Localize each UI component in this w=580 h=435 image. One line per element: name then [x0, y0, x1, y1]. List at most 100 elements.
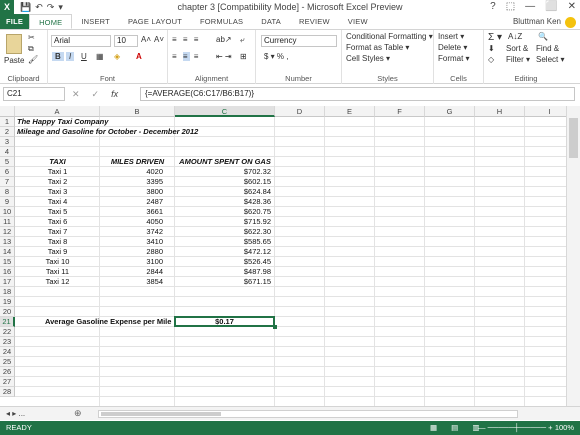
row-header-1[interactable]: 1	[0, 117, 15, 127]
autosum-button[interactable]: Σ ▾	[488, 32, 502, 43]
gas-amount-cell[interactable]: $526.45	[175, 257, 271, 267]
select-all-corner[interactable]	[0, 106, 15, 117]
copy-icon[interactable]: ⧉	[28, 44, 34, 54]
font-name-select[interactable]: Arial	[51, 35, 111, 47]
smiley-feedback-icon[interactable]	[565, 16, 576, 28]
indent-icons[interactable]: ⇤ ⇥	[216, 52, 232, 61]
merge-center-icon[interactable]: ⊞	[240, 52, 247, 61]
select-label[interactable]: Select ▾	[536, 55, 564, 64]
row-header-3[interactable]: 3	[0, 137, 15, 147]
tab-home[interactable]: HOME	[29, 14, 73, 29]
gas-amount-cell[interactable]: $624.84	[175, 187, 271, 197]
row-header-14[interactable]: 14	[0, 247, 15, 257]
gas-amount-cell[interactable]: $715.92	[175, 217, 271, 227]
column-header-g[interactable]: G	[425, 106, 475, 117]
miles-cell[interactable]: 2487	[100, 197, 163, 207]
paste-button[interactable]: Paste	[4, 56, 24, 65]
taxi-name-cell[interactable]: Taxi 6	[15, 217, 100, 227]
format-cells-button[interactable]: Format ▾	[438, 54, 470, 63]
row-header-21[interactable]: 21	[0, 317, 15, 327]
filter-label[interactable]: Filter ▾	[506, 55, 530, 64]
row-header-13[interactable]: 13	[0, 237, 15, 247]
sheet-nav-buttons[interactable]: ◂ ▸ ...	[6, 409, 25, 418]
row-header-26[interactable]: 26	[0, 367, 15, 377]
row-header-16[interactable]: 16	[0, 267, 15, 277]
sort-filter-icon[interactable]: A↓Z	[508, 32, 522, 41]
gas-amount-cell[interactable]: $622.30	[175, 227, 271, 237]
row-header-2[interactable]: 2	[0, 127, 15, 137]
clear-icon[interactable]: ◇	[488, 55, 494, 64]
miles-cell[interactable]: 4050	[100, 217, 163, 227]
new-sheet-icon[interactable]: ⊕	[74, 408, 82, 419]
cut-icon[interactable]: ✂	[28, 33, 35, 42]
gas-amount-cell[interactable]: $472.12	[175, 247, 271, 257]
row-header-6[interactable]: 6	[0, 167, 15, 177]
row-header-19[interactable]: 19	[0, 297, 15, 307]
gas-amount-cell[interactable]: $702.32	[175, 167, 271, 177]
number-format-buttons[interactable]: $ ▾ % ,	[264, 52, 288, 61]
horizontal-align-icons[interactable]: ≡ ≡ ≡	[172, 52, 200, 61]
gas-amount-cell[interactable]: $487.98	[175, 267, 271, 277]
taxi-name-cell[interactable]: Taxi 2	[15, 177, 100, 187]
tab-review[interactable]: REVIEW	[290, 14, 339, 29]
gas-amount-cell[interactable]: $671.15	[175, 277, 271, 287]
insert-function-icon[interactable]: fx	[111, 87, 118, 101]
font-color-icon[interactable]: A	[136, 52, 142, 61]
taxi-name-cell[interactable]: Taxi 4	[15, 197, 100, 207]
taxi-name-cell[interactable]: Taxi 1	[15, 167, 100, 177]
italic-button[interactable]: I	[66, 52, 75, 61]
taxi-name-cell[interactable]: Taxi 10	[15, 257, 100, 267]
grow-font-button[interactable]: A˄	[141, 35, 151, 44]
sort-label[interactable]: Sort &	[506, 44, 528, 53]
cancel-icon[interactable]: ✕	[72, 87, 80, 101]
insert-cells-button[interactable]: Insert ▾	[438, 32, 464, 41]
row-header-22[interactable]: 22	[0, 327, 15, 337]
zoom-level[interactable]: 100%	[555, 421, 574, 435]
row-header-8[interactable]: 8	[0, 187, 15, 197]
miles-cell[interactable]: 3800	[100, 187, 163, 197]
row-header-5[interactable]: 5	[0, 157, 15, 167]
taxi-name-cell[interactable]: Taxi 11	[15, 267, 100, 277]
paste-icon[interactable]	[6, 34, 22, 54]
help-icon[interactable]: ?	[490, 1, 496, 12]
maximize-icon[interactable]: ⬜	[545, 1, 557, 12]
format-as-table-button[interactable]: Format as Table ▾	[346, 43, 409, 52]
tab-view[interactable]: VIEW	[339, 14, 377, 29]
orientation-icon[interactable]: ab↗	[216, 35, 232, 44]
tab-data[interactable]: DATA	[252, 14, 290, 29]
tab-page-layout[interactable]: PAGE LAYOUT	[119, 14, 191, 29]
active-cell-c21[interactable]: $0.17	[174, 316, 275, 327]
row-header-10[interactable]: 10	[0, 207, 15, 217]
vertical-align-icons[interactable]: ≡ ≡ ≡	[172, 35, 200, 44]
row-header-15[interactable]: 15	[0, 257, 15, 267]
taxi-name-cell[interactable]: Taxi 12	[15, 277, 100, 287]
bold-button[interactable]: B	[52, 52, 64, 61]
close-icon[interactable]: ✕	[568, 1, 576, 12]
miles-cell[interactable]: 3661	[100, 207, 163, 217]
gas-amount-cell[interactable]: $620.75	[175, 207, 271, 217]
miles-cell[interactable]: 4020	[100, 167, 163, 177]
column-header-h[interactable]: H	[475, 106, 525, 117]
row-header-9[interactable]: 9	[0, 197, 15, 207]
row-header-25[interactable]: 25	[0, 357, 15, 367]
miles-cell[interactable]: 3100	[100, 257, 163, 267]
ribbon-display-icon[interactable]: ⬚	[506, 1, 515, 12]
name-box[interactable]: C21	[3, 87, 65, 101]
shrink-font-button[interactable]: A˅	[154, 35, 164, 44]
gas-amount-cell[interactable]: $602.15	[175, 177, 271, 187]
fill-color-icon[interactable]: ◈	[114, 52, 120, 61]
column-header-e[interactable]: E	[325, 106, 375, 117]
horizontal-scrollbar[interactable]	[98, 410, 518, 418]
wrap-text-icon[interactable]: ⤶	[240, 35, 244, 45]
format-painter-icon[interactable]: 🖌	[28, 55, 38, 64]
row-header-17[interactable]: 17	[0, 277, 15, 287]
tab-insert[interactable]: INSERT	[72, 14, 119, 29]
number-format-select[interactable]: Currency	[261, 35, 337, 47]
column-header-b[interactable]: B	[100, 106, 175, 117]
font-size-select[interactable]: 10	[114, 35, 138, 47]
row-header-11[interactable]: 11	[0, 217, 15, 227]
gas-amount-cell[interactable]: $585.65	[175, 237, 271, 247]
miles-cell[interactable]: 3854	[100, 277, 163, 287]
miles-cell[interactable]: 3742	[100, 227, 163, 237]
taxi-name-cell[interactable]: Taxi 9	[15, 247, 100, 257]
